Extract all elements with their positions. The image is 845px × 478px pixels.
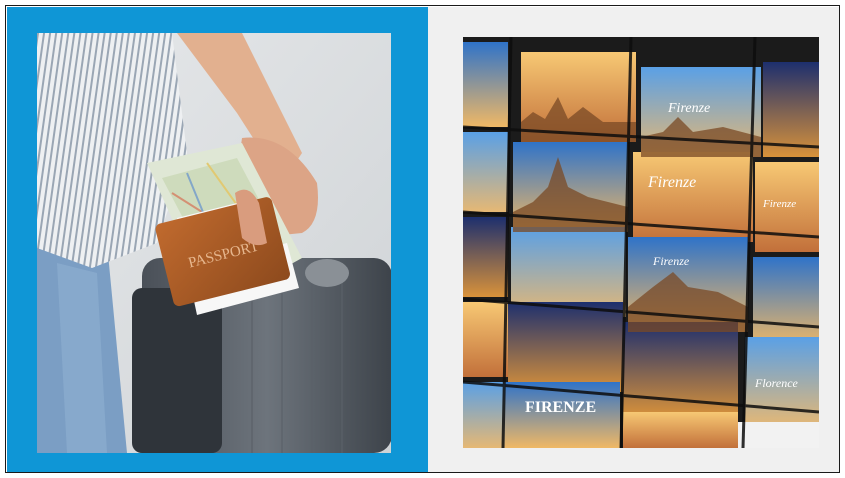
postcard-title-4: Florence — [754, 376, 799, 390]
travel-photo: PASSPORT — [37, 33, 391, 453]
postcard-title-6: Firenze — [762, 198, 796, 210]
postcard-title-5: FIRENZE — [525, 399, 596, 416]
postcard-title-2: Firenze — [647, 174, 696, 191]
postcard-rack-photo: Firenze Firenze Firenze Florence FIRENZE… — [463, 37, 819, 448]
postcard-title-1: Firenze — [667, 101, 710, 116]
postcard-title-3: Firenze — [652, 254, 690, 268]
